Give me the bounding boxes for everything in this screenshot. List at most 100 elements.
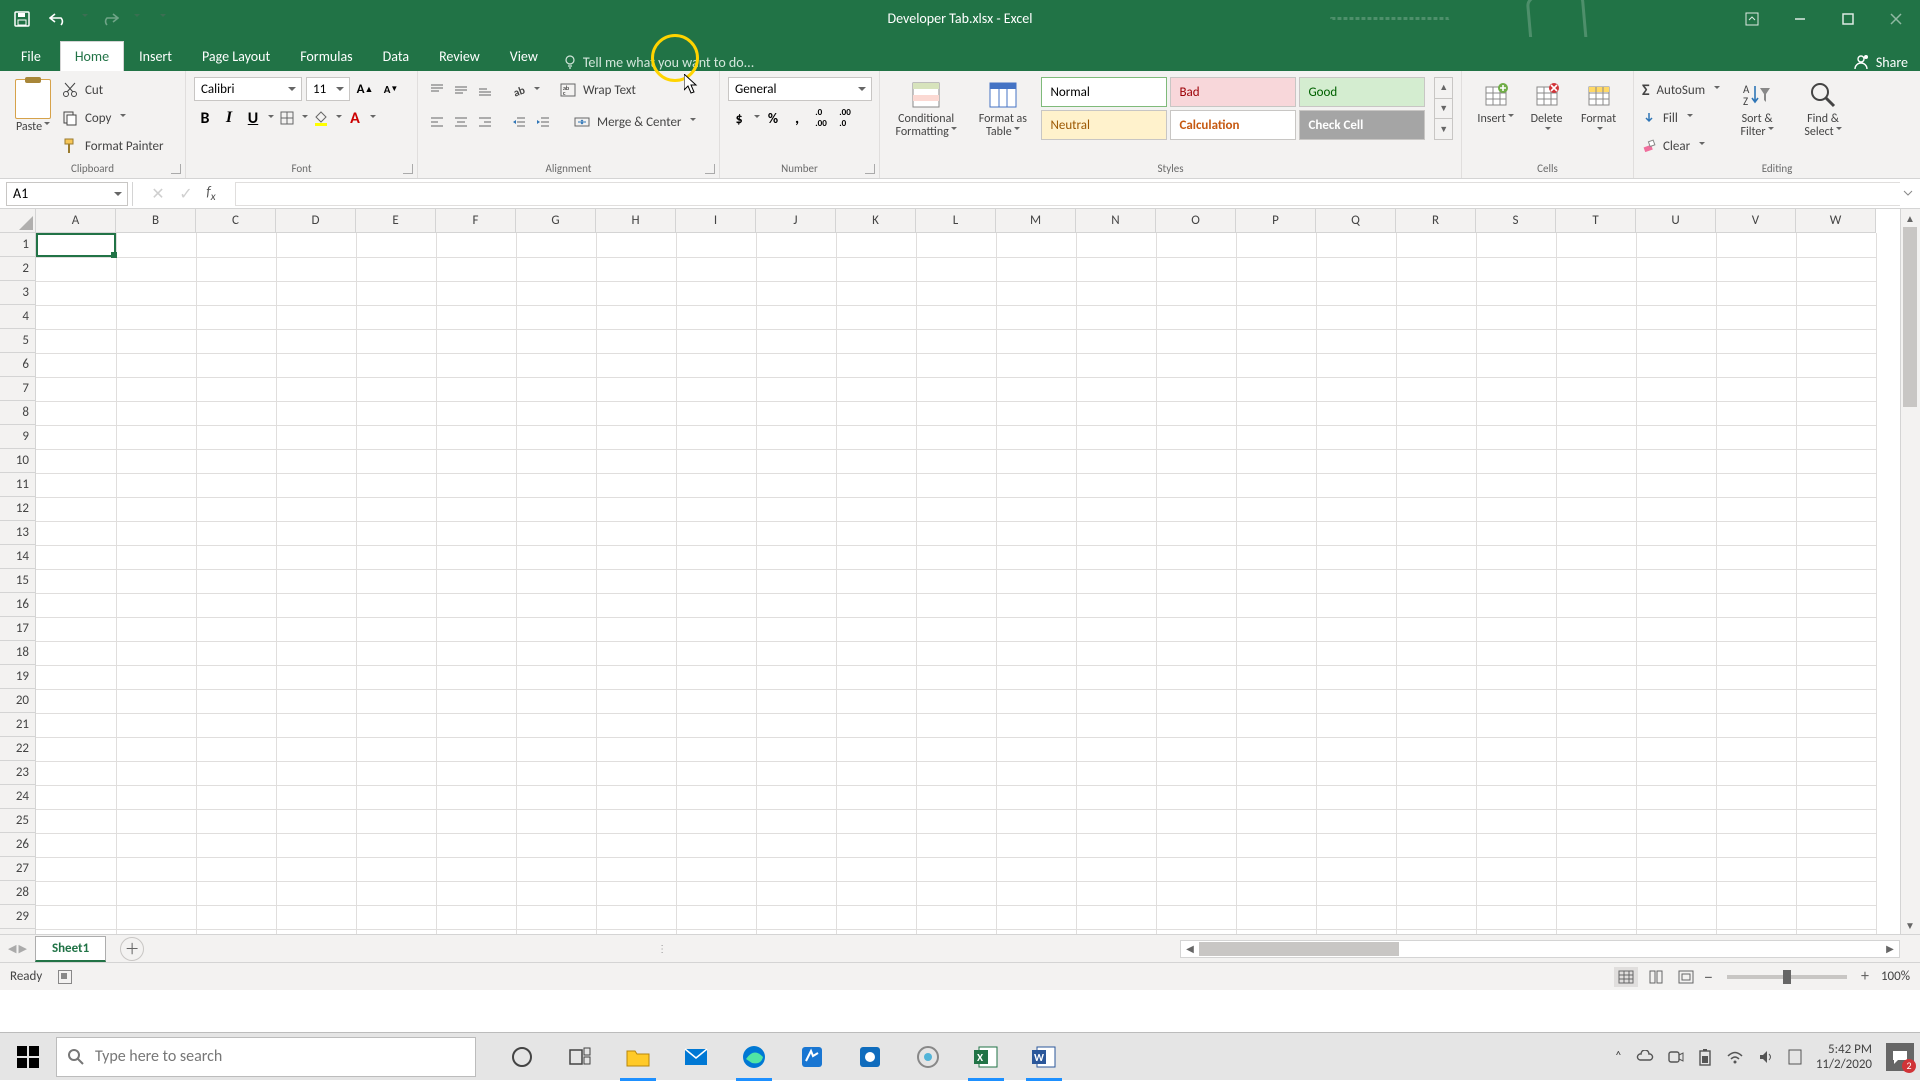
fill-button[interactable]: Fill	[1642, 105, 1720, 131]
cell[interactable]	[36, 353, 116, 377]
cell[interactable]	[196, 881, 276, 905]
cell[interactable]	[756, 689, 836, 713]
cell[interactable]	[1796, 425, 1876, 449]
cell[interactable]	[436, 713, 516, 737]
row-header[interactable]: 5	[0, 329, 35, 353]
accounting-dropdown[interactable]	[752, 109, 760, 128]
cell[interactable]	[1636, 281, 1716, 305]
cell[interactable]	[116, 593, 196, 617]
cell[interactable]	[1316, 713, 1396, 737]
cell[interactable]	[196, 449, 276, 473]
cell[interactable]	[276, 737, 356, 761]
cell[interactable]	[1156, 329, 1236, 353]
cell[interactable]	[836, 545, 916, 569]
cell[interactable]	[276, 449, 356, 473]
cell[interactable]	[36, 593, 116, 617]
cell[interactable]	[356, 449, 436, 473]
cell[interactable]	[836, 929, 916, 934]
cell[interactable]	[196, 761, 276, 785]
cell[interactable]	[1076, 641, 1156, 665]
cell[interactable]	[516, 761, 596, 785]
cell[interactable]	[1716, 377, 1796, 401]
cell[interactable]	[676, 233, 756, 257]
column-header[interactable]: D	[276, 209, 356, 232]
tab-split-handle[interactable]: ⋮	[657, 940, 667, 958]
cell-style-bad[interactable]: Bad	[1170, 77, 1296, 107]
cell[interactable]	[1716, 497, 1796, 521]
cell[interactable]	[36, 521, 116, 545]
cell[interactable]	[1316, 785, 1396, 809]
cell[interactable]	[36, 857, 116, 881]
cell[interactable]	[116, 401, 196, 425]
cell[interactable]	[196, 737, 276, 761]
cell[interactable]	[356, 521, 436, 545]
font-size-combo[interactable]: 11	[306, 77, 350, 101]
cell[interactable]	[836, 521, 916, 545]
cell[interactable]	[36, 929, 116, 934]
cell[interactable]	[916, 785, 996, 809]
cell[interactable]	[1316, 449, 1396, 473]
cell[interactable]	[596, 233, 676, 257]
cell[interactable]	[836, 857, 916, 881]
cell[interactable]	[36, 905, 116, 929]
cell[interactable]	[996, 497, 1076, 521]
cell[interactable]	[756, 233, 836, 257]
cell[interactable]	[116, 833, 196, 857]
cell[interactable]	[516, 833, 596, 857]
cell[interactable]	[436, 257, 516, 281]
cell[interactable]	[1476, 689, 1556, 713]
cell[interactable]	[1716, 713, 1796, 737]
cell[interactable]	[1236, 689, 1316, 713]
cell[interactable]	[1316, 257, 1396, 281]
fill-color-dropdown[interactable]	[334, 109, 342, 128]
cell[interactable]	[676, 449, 756, 473]
cell[interactable]	[676, 281, 756, 305]
cell[interactable]	[356, 713, 436, 737]
cell[interactable]	[756, 737, 836, 761]
cell[interactable]	[836, 401, 916, 425]
row-header[interactable]: 1	[0, 233, 35, 257]
cell[interactable]	[1476, 881, 1556, 905]
align-left[interactable]	[426, 111, 448, 133]
row-header[interactable]: 23	[0, 761, 35, 785]
cell[interactable]	[436, 641, 516, 665]
cell[interactable]	[596, 473, 676, 497]
cell[interactable]	[836, 233, 916, 257]
cell[interactable]	[1396, 689, 1476, 713]
tab-view[interactable]: View	[495, 41, 553, 71]
edge-icon[interactable]	[726, 1033, 782, 1081]
cell[interactable]	[916, 281, 996, 305]
cell[interactable]	[1236, 593, 1316, 617]
cell[interactable]	[1076, 497, 1156, 521]
cell[interactable]	[676, 473, 756, 497]
cell[interactable]	[1716, 785, 1796, 809]
find-select-button[interactable]: Find & Select	[1794, 77, 1852, 141]
column-header[interactable]: I	[676, 209, 756, 232]
column-header[interactable]: K	[836, 209, 916, 232]
cell[interactable]	[1556, 233, 1636, 257]
cell[interactable]	[1476, 233, 1556, 257]
column-header[interactable]: H	[596, 209, 676, 232]
cell[interactable]	[1636, 305, 1716, 329]
cell[interactable]	[676, 713, 756, 737]
cell[interactable]	[1156, 425, 1236, 449]
column-header[interactable]: V	[1716, 209, 1796, 232]
cell[interactable]	[1556, 449, 1636, 473]
cell[interactable]	[996, 305, 1076, 329]
cell[interactable]	[1796, 785, 1876, 809]
cell[interactable]	[596, 905, 676, 929]
cell[interactable]	[276, 497, 356, 521]
cell[interactable]	[1476, 521, 1556, 545]
zoom-out[interactable]: −	[1704, 966, 1713, 988]
cell[interactable]	[1236, 329, 1316, 353]
cell[interactable]	[276, 569, 356, 593]
cell[interactable]	[276, 353, 356, 377]
cell[interactable]	[756, 545, 836, 569]
tab-formulas[interactable]: Formulas	[285, 41, 367, 71]
cell[interactable]	[436, 689, 516, 713]
cell[interactable]	[916, 473, 996, 497]
view-normal[interactable]	[1614, 967, 1638, 987]
cell[interactable]	[676, 497, 756, 521]
cell[interactable]	[516, 425, 596, 449]
cell[interactable]	[516, 401, 596, 425]
